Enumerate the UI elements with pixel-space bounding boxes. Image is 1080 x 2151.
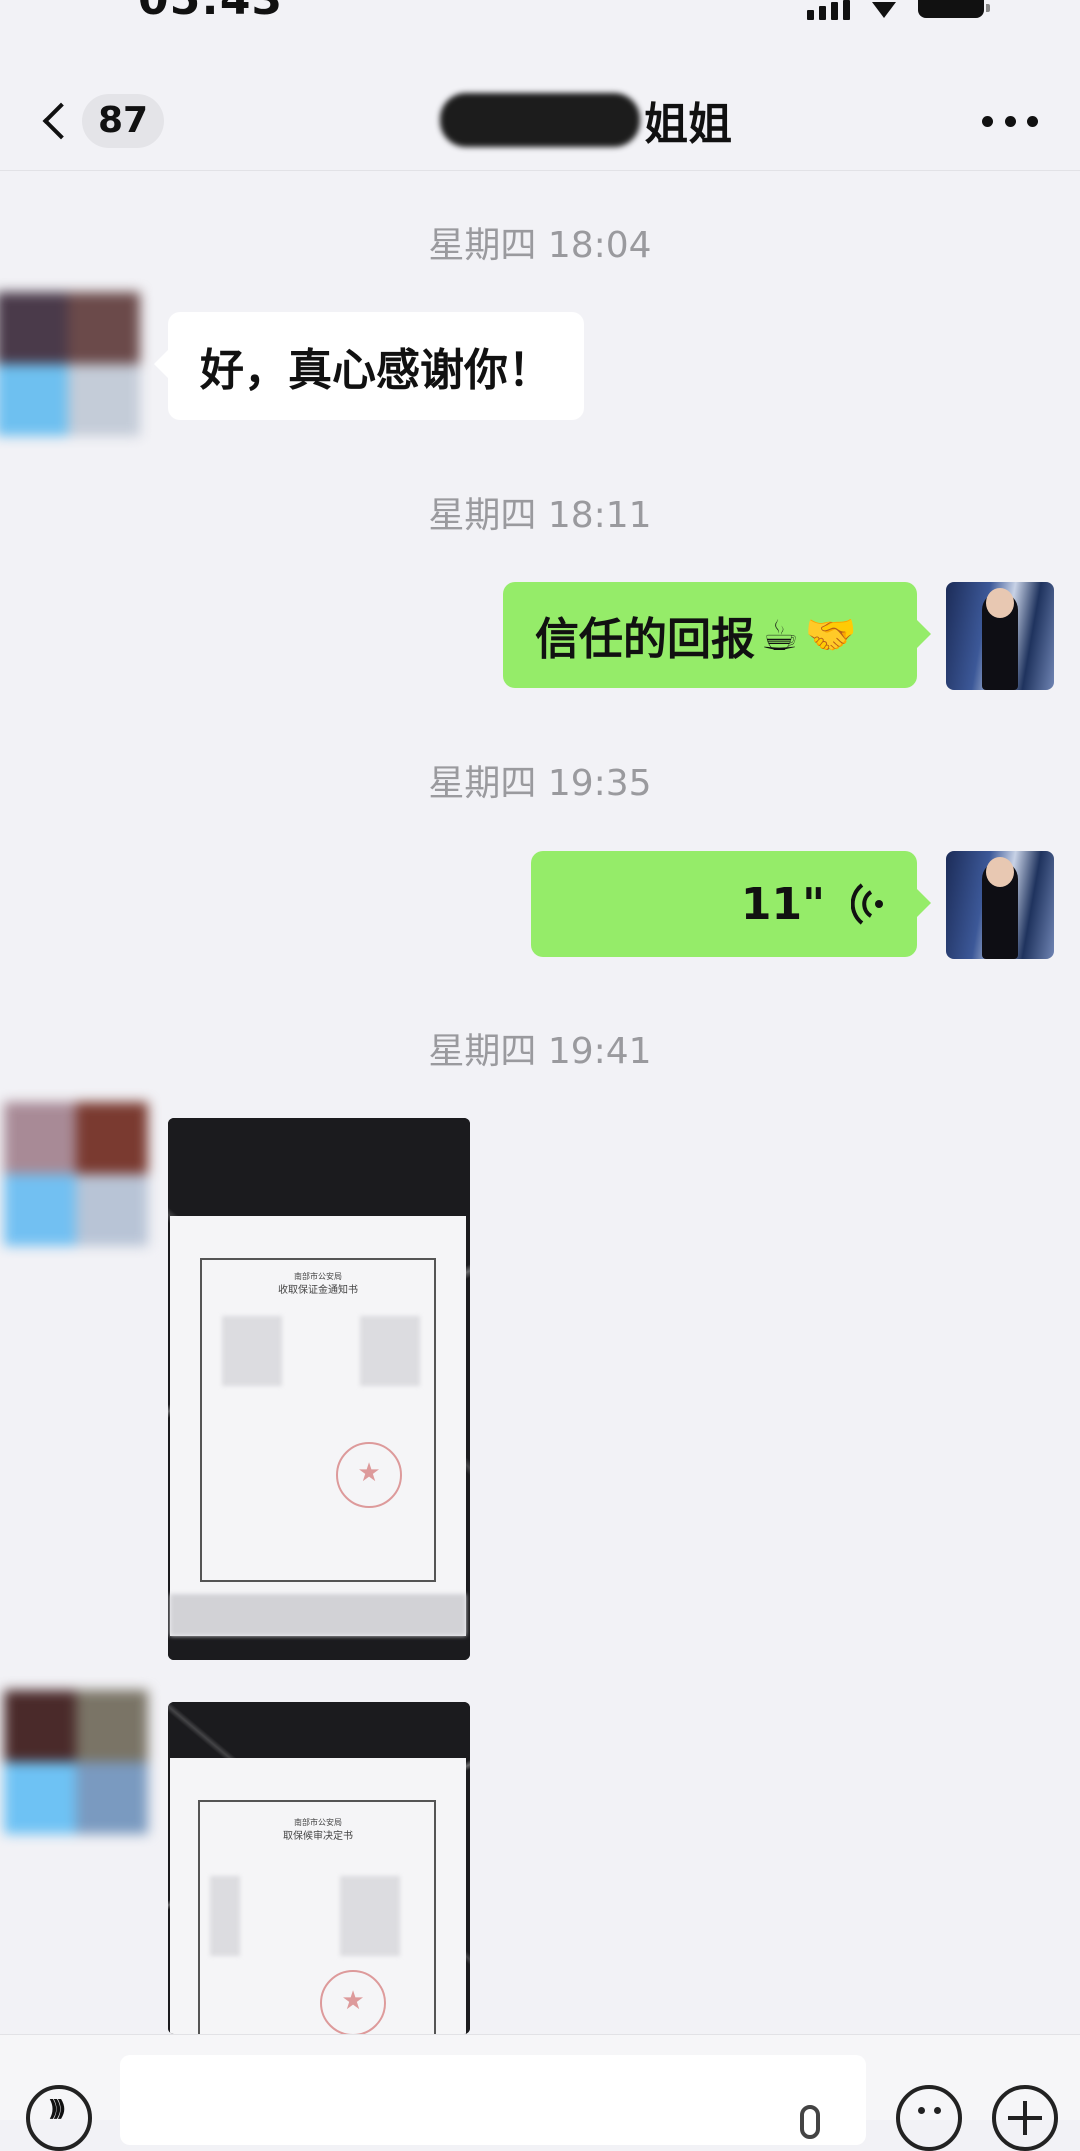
contact-avatar[interactable] — [4, 1690, 148, 1834]
chat-title: 姐姐 — [440, 88, 732, 152]
voice-mode-icon[interactable] — [26, 2085, 92, 2151]
status-time: 05:43 — [138, 0, 283, 25]
timestamp: 星期四 19:35 — [428, 763, 652, 804]
signal-icon — [807, 0, 850, 20]
timestamp: 星期四 18:04 — [428, 225, 652, 266]
document-heading: 南部市公安局 收取保证金通知书 — [278, 1272, 358, 1297]
message-text: 信任的回报 — [535, 614, 755, 665]
message-input[interactable] — [120, 2055, 866, 2145]
wifi-icon — [870, 0, 898, 20]
unread-count-badge: 87 — [82, 94, 165, 148]
handshake-emoji: 🤝 — [804, 610, 857, 659]
coffee-emoji: ☕ — [761, 610, 799, 660]
sent-message-bubble[interactable]: 信任的回报 ☕ 🤝 — [503, 582, 931, 688]
voice-message-bubble[interactable]: 11" — [531, 851, 931, 957]
back-button[interactable]: 87 — [38, 92, 168, 150]
chevron-left-icon — [42, 102, 80, 140]
emoji-face-icon[interactable] — [896, 2085, 962, 2151]
document-heading: 南部市公安局 取保候审决定书 — [283, 1818, 353, 1843]
message-input-bar — [0, 2034, 1080, 2151]
official-seal: ★ — [320, 1970, 386, 2034]
microphone-icon[interactable] — [800, 2105, 820, 2139]
battery-icon — [918, 0, 990, 18]
chat-header: 87 姐姐 — [0, 70, 1080, 171]
image-message[interactable]: 南部市公安局 收取保证金通知书 ★ — [168, 1118, 470, 1660]
contact-avatar[interactable] — [4, 1102, 148, 1246]
status-icons — [807, 0, 990, 22]
document-photo: 南部市公安局 收取保证金通知书 ★ — [170, 1216, 466, 1636]
self-avatar[interactable] — [946, 582, 1054, 690]
chat-title-text: 姐姐 — [644, 99, 732, 150]
redacted-name — [440, 93, 640, 147]
status-bar: 05:43 — [0, 0, 1080, 40]
timestamp: 星期四 18:11 — [428, 495, 652, 536]
self-avatar[interactable] — [946, 851, 1054, 959]
received-message-bubble[interactable]: 好，真心感谢你！ — [154, 312, 584, 420]
contact-avatar[interactable] — [0, 292, 140, 436]
image-message[interactable]: 南部市公安局 取保候审决定书 ★ — [168, 1702, 470, 2034]
plus-circle-icon[interactable] — [992, 2085, 1058, 2151]
document-photo: 南部市公安局 取保候审决定书 ★ — [170, 1758, 466, 2034]
message-text: 好，真心感谢你！ — [200, 345, 552, 396]
ellipsis-icon[interactable] — [982, 106, 1038, 136]
voice-duration: 11" — [740, 878, 825, 930]
official-seal: ★ — [336, 1442, 402, 1508]
timestamp: 星期四 19:41 — [428, 1031, 652, 1072]
voice-wave-icon — [851, 882, 885, 926]
